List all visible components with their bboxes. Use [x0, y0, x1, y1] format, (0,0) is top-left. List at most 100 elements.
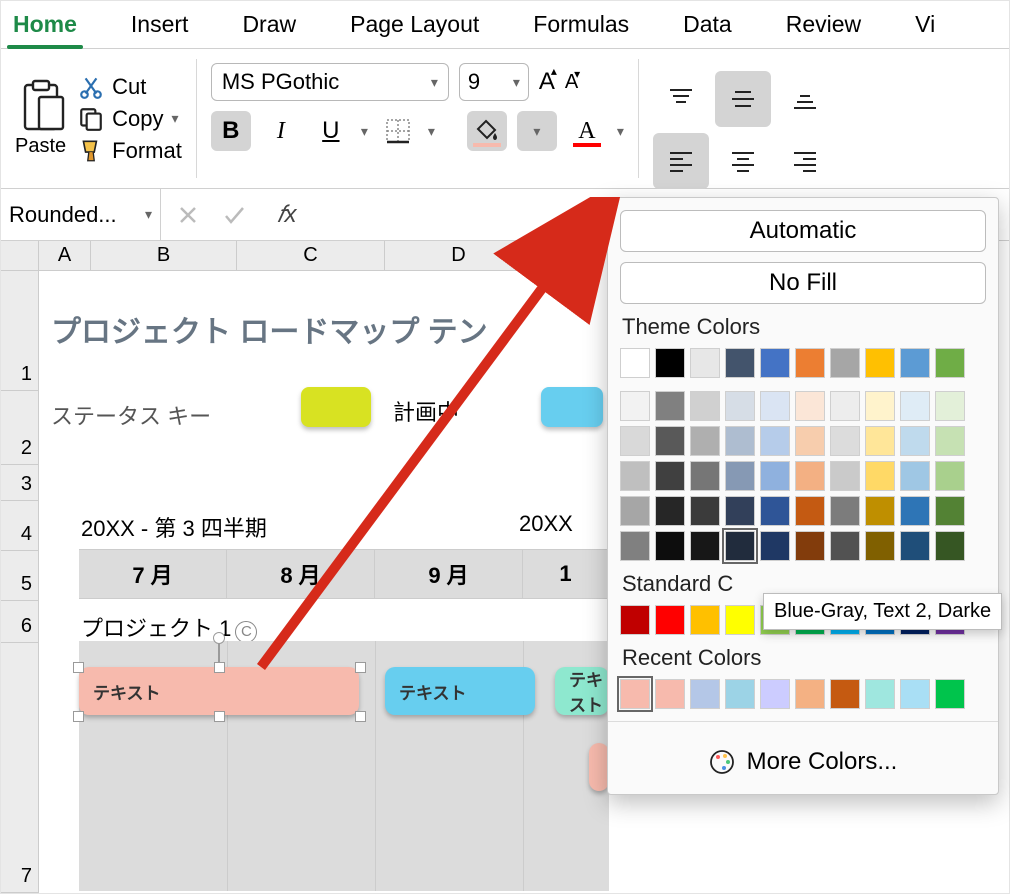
color-swatch[interactable] [725, 461, 755, 491]
resize-handle-se[interactable] [355, 711, 366, 722]
confirm-icon[interactable] [223, 204, 245, 226]
color-swatch[interactable] [760, 426, 790, 456]
tab-formulas[interactable]: Formulas [527, 5, 635, 48]
color-swatch[interactable] [760, 496, 790, 526]
color-swatch[interactable] [935, 391, 965, 421]
col-header-D[interactable]: D [385, 241, 533, 271]
color-swatch[interactable] [655, 496, 685, 526]
color-swatch[interactable] [725, 531, 755, 561]
color-swatch[interactable] [725, 496, 755, 526]
color-swatch[interactable] [760, 531, 790, 561]
color-swatch[interactable] [795, 348, 825, 378]
row-header-5[interactable]: 5 [1, 551, 39, 601]
color-swatch[interactable] [760, 391, 790, 421]
color-swatch[interactable] [830, 496, 860, 526]
tab-view[interactable]: Vi [909, 5, 941, 48]
row-header-6[interactable]: 6 [1, 601, 39, 643]
color-swatch[interactable] [655, 461, 685, 491]
color-swatch[interactable] [655, 348, 685, 378]
color-swatch[interactable] [725, 391, 755, 421]
color-swatch[interactable] [865, 391, 895, 421]
color-swatch[interactable] [865, 679, 895, 709]
color-swatch[interactable] [690, 461, 720, 491]
color-swatch[interactable] [830, 679, 860, 709]
row-header-3[interactable]: 3 [1, 465, 39, 501]
col-header-C[interactable]: C [237, 241, 385, 271]
col-header-A[interactable]: A [39, 241, 91, 271]
underline-button[interactable]: U [311, 111, 351, 151]
no-fill-button[interactable]: No Fill [620, 262, 986, 304]
color-swatch[interactable] [865, 348, 895, 378]
color-swatch[interactable] [690, 348, 720, 378]
align-right-button[interactable] [777, 133, 833, 189]
task-bar-4[interactable] [589, 743, 609, 791]
row-header-7[interactable]: 7 [1, 643, 39, 893]
color-swatch[interactable] [935, 348, 965, 378]
resize-handle-s[interactable] [214, 711, 225, 722]
color-swatch[interactable] [795, 426, 825, 456]
cancel-icon[interactable] [177, 204, 199, 226]
fill-color-button[interactable] [467, 111, 507, 151]
resize-handle-nw[interactable] [73, 662, 84, 673]
font-color-button[interactable]: A [567, 111, 607, 151]
color-swatch[interactable] [830, 426, 860, 456]
color-swatch[interactable] [935, 531, 965, 561]
color-swatch[interactable] [900, 391, 930, 421]
color-swatch[interactable] [935, 461, 965, 491]
color-swatch[interactable] [620, 348, 650, 378]
align-top-button[interactable] [653, 71, 709, 127]
align-middle-button[interactable] [715, 71, 771, 127]
shrink-font-button[interactable]: A▾ [565, 71, 578, 94]
color-swatch[interactable] [655, 605, 685, 635]
cut-button[interactable]: Cut [78, 74, 182, 100]
grow-font-button[interactable]: A▴ [539, 68, 555, 96]
font-size-select[interactable]: 9 ▾ [459, 63, 529, 101]
color-swatch[interactable] [725, 605, 755, 635]
color-swatch[interactable] [795, 461, 825, 491]
color-swatch[interactable] [620, 391, 650, 421]
color-swatch[interactable] [655, 426, 685, 456]
row-header-2[interactable]: 2 [1, 391, 39, 465]
row-header-4[interactable]: 4 [1, 501, 39, 551]
color-swatch[interactable] [655, 531, 685, 561]
color-swatch[interactable] [900, 426, 930, 456]
rotate-handle[interactable] [213, 632, 225, 644]
name-box[interactable]: Rounded... ▾ [1, 189, 161, 241]
color-swatch[interactable] [900, 679, 930, 709]
color-swatch[interactable] [690, 496, 720, 526]
color-swatch[interactable] [935, 426, 965, 456]
tab-draw[interactable]: Draw [236, 5, 302, 48]
color-swatch[interactable] [620, 605, 650, 635]
resize-handle-n[interactable] [214, 662, 225, 673]
color-swatch[interactable] [795, 391, 825, 421]
chevron-down-icon[interactable]: ▾ [617, 123, 624, 140]
tab-data[interactable]: Data [677, 5, 738, 48]
color-swatch[interactable] [795, 531, 825, 561]
color-swatch[interactable] [795, 496, 825, 526]
bold-button[interactable]: B [211, 111, 251, 151]
color-swatch[interactable] [690, 605, 720, 635]
more-colors-button[interactable]: More Colors... [620, 734, 986, 782]
color-swatch[interactable] [725, 348, 755, 378]
task-bar-3[interactable]: テキスト [555, 667, 609, 715]
color-swatch[interactable] [760, 348, 790, 378]
tab-review[interactable]: Review [780, 5, 867, 48]
color-swatch[interactable] [690, 426, 720, 456]
tab-insert[interactable]: Insert [125, 5, 195, 48]
fx-icon[interactable]: 𝑓x [277, 201, 296, 229]
color-swatch[interactable] [725, 679, 755, 709]
color-swatch[interactable] [690, 679, 720, 709]
col-header-B[interactable]: B [91, 241, 237, 271]
color-swatch[interactable] [830, 348, 860, 378]
align-left-button[interactable] [653, 133, 709, 189]
color-swatch[interactable] [690, 391, 720, 421]
color-swatch[interactable] [900, 348, 930, 378]
resize-handle-ne[interactable] [355, 662, 366, 673]
color-swatch[interactable] [935, 496, 965, 526]
fill-color-dropdown[interactable]: ▾ [517, 111, 557, 151]
color-swatch[interactable] [795, 679, 825, 709]
task-bar-2[interactable]: テキスト [385, 667, 535, 715]
color-swatch[interactable] [865, 496, 895, 526]
format-painter-button[interactable]: Format [78, 138, 182, 164]
color-swatch[interactable] [725, 426, 755, 456]
